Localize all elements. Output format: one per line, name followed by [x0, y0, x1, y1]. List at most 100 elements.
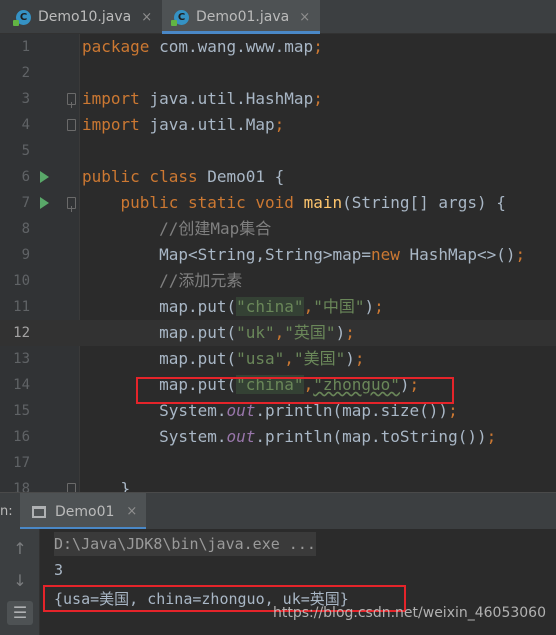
scroll-down-icon[interactable]: ↓: [7, 569, 33, 593]
run-panel-label: n:: [0, 504, 13, 519]
code-token: }: [82, 479, 131, 492]
close-icon[interactable]: ×: [299, 10, 310, 25]
code-token: Demo01 {: [207, 167, 285, 186]
tab-demo01[interactable]: Demo01.java ×: [162, 0, 320, 34]
line-number: 16: [13, 429, 30, 445]
line-number: 15: [13, 403, 30, 419]
scroll-up-icon[interactable]: ↑: [7, 537, 33, 561]
fold-icon[interactable]: [67, 93, 76, 108]
fold-icon[interactable]: [67, 197, 76, 212]
run-tab-label: Demo01: [55, 503, 115, 520]
code-token: map.put(: [82, 349, 237, 368]
code-text: Map<String,String>map=new HashMap<>();: [82, 242, 525, 268]
code-token: package: [82, 37, 160, 56]
console-output-line: 3: [54, 561, 64, 579]
fold-icon[interactable]: [67, 119, 76, 131]
code-token: new: [370, 245, 410, 264]
code-token: "usa": [236, 349, 285, 368]
code-token: ;: [345, 323, 355, 342]
line-number: 8: [21, 221, 30, 237]
code-line[interactable]: 8 //创建Map集合: [0, 216, 556, 242]
code-token: out: [226, 427, 256, 446]
code-token: HashMap<>(): [409, 245, 516, 264]
code-token: ): [364, 297, 375, 316]
code-token: ;: [313, 89, 323, 108]
line-number: 5: [21, 143, 30, 159]
soft-wrap-icon[interactable]: ☰: [7, 601, 33, 625]
code-token: Map<String,String>map=: [82, 245, 371, 264]
code-line[interactable]: 5: [0, 138, 556, 164]
code-line[interactable]: 17: [0, 450, 556, 476]
code-line[interactable]: 6 public class Demo01 {: [0, 164, 556, 190]
code-line[interactable]: 9 Map<String,String>map=new HashMap<>();: [0, 242, 556, 268]
line-number: 13: [13, 351, 30, 367]
java-class-icon: [171, 9, 189, 26]
code-text: import java.util.Map;: [82, 112, 284, 138]
close-icon[interactable]: ×: [126, 504, 137, 519]
watermark: https://blog.csdn.net/weixin_46053060: [272, 605, 546, 621]
code-token: .println(map.toString()): [255, 427, 487, 446]
line-number: 14: [13, 377, 30, 393]
code-token: ;: [515, 245, 526, 264]
code-line[interactable]: 11 map.put("china","中国");: [0, 294, 556, 320]
code-text: package com.wang.www.map;: [82, 34, 323, 60]
line-number: 12: [13, 325, 30, 341]
code-token: com.wang.www.map: [159, 37, 314, 56]
code-text: public class Demo01 {: [82, 164, 284, 190]
code-text: System.out.println(map.toString());: [82, 424, 496, 450]
code-token: main: [303, 193, 343, 212]
code-token: System.: [82, 427, 227, 446]
code-line[interactable]: 2: [0, 60, 556, 86]
line-number: 17: [13, 455, 30, 471]
java-class-icon: [13, 9, 31, 26]
code-token: ,: [274, 323, 285, 342]
code-line[interactable]: 12 map.put("uk","英国");: [0, 320, 556, 346]
code-token: public static void: [82, 193, 304, 212]
code-token: import: [82, 89, 150, 108]
code-token: import: [82, 115, 150, 134]
run-gutter-icon[interactable]: [40, 171, 49, 183]
code-token: java.util.Map: [149, 115, 275, 134]
code-line[interactable]: 18 }: [0, 476, 556, 492]
fold-icon[interactable]: [67, 483, 76, 492]
code-token: "美国": [293, 349, 346, 368]
line-number: 4: [21, 117, 30, 133]
code-text: //创建Map集合: [82, 216, 271, 242]
code-text: public static void main(String[] args) {: [82, 190, 506, 216]
code-editor[interactable]: 1 package com.wang.www.map; 2 3 import java.…: [0, 34, 556, 492]
console-command-line: D:\Java\JDK8\bin\java.exe ...: [54, 532, 316, 556]
code-token: ;: [486, 427, 497, 446]
highlight-box-code: [136, 377, 454, 404]
code-text: map.put("china","中国");: [82, 294, 384, 320]
line-number: 18: [13, 481, 30, 492]
editor-tab-bar: Demo10.java × Demo01.java ×: [0, 0, 556, 34]
code-token: ;: [313, 37, 323, 56]
code-text: map.put("uk","英国");: [82, 320, 355, 346]
code-line[interactable]: 16 System.out.println(map.toString());: [0, 424, 556, 450]
code-text: import java.util.HashMap;: [82, 86, 323, 112]
code-line[interactable]: 3 import java.util.HashMap;: [0, 86, 556, 112]
line-number: 10: [13, 273, 30, 289]
code-line[interactable]: 13 map.put("usa","美国");: [0, 346, 556, 372]
run-tab-demo01[interactable]: Demo01 ×: [20, 493, 146, 530]
code-text: map.put("usa","美国");: [82, 346, 364, 372]
code-line[interactable]: 10 //添加元素: [0, 268, 556, 294]
run-toolbar: ↑ ↓ ☰: [0, 529, 40, 635]
code-line[interactable]: 4 import java.util.Map;: [0, 112, 556, 138]
code-token: map.put(: [82, 323, 237, 342]
code-token: "英国": [284, 323, 336, 342]
code-token: ): [345, 349, 355, 368]
close-icon[interactable]: ×: [141, 10, 152, 25]
line-number: 7: [21, 195, 30, 211]
line-number: 1: [21, 39, 30, 55]
code-token: ;: [374, 297, 384, 316]
line-number: 2: [21, 65, 30, 81]
tab-demo10[interactable]: Demo10.java ×: [0, 0, 162, 34]
code-line[interactable]: 7 public static void main(String[] args)…: [0, 190, 556, 216]
tab-label: Demo10.java: [38, 9, 132, 25]
run-gutter-icon[interactable]: [40, 197, 49, 209]
run-tool-window-header: n: Demo01 ×: [0, 492, 556, 530]
code-token: (String[] args) {: [342, 193, 506, 212]
code-token: ): [335, 323, 346, 342]
code-line[interactable]: 1 package com.wang.www.map;: [0, 34, 556, 60]
